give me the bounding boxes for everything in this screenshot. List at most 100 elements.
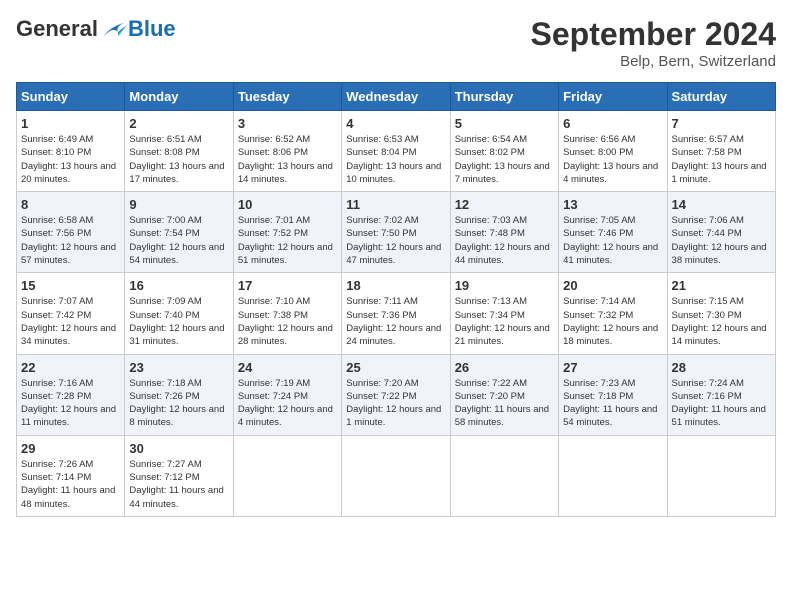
calendar-cell: 13 Sunrise: 7:05 AMSunset: 7:46 PMDayligh…: [559, 192, 667, 273]
weekday-header-wednesday: Wednesday: [342, 83, 450, 111]
weekday-header-tuesday: Tuesday: [233, 83, 341, 111]
day-info: Sunrise: 6:57 AMSunset: 7:58 PMDaylight:…: [672, 134, 767, 185]
calendar-cell: 17 Sunrise: 7:10 AMSunset: 7:38 PMDayligh…: [233, 273, 341, 354]
location-subtitle: Belp, Bern, Switzerland: [531, 53, 776, 70]
calendar-cell: 1Sunrise: 6:49 AMSunset: 8:10 PMDaylight…: [17, 111, 125, 192]
day-number: 17: [238, 278, 337, 293]
calendar-cell: 6 Sunrise: 6:56 AMSunset: 8:00 PMDaylight…: [559, 111, 667, 192]
calendar-cell: [342, 435, 450, 516]
calendar-week-row: 1Sunrise: 6:49 AMSunset: 8:10 PMDaylight…: [17, 111, 776, 192]
day-number: 8: [21, 197, 120, 212]
day-info: Sunrise: 7:15 AMSunset: 7:30 PMDaylight:…: [672, 296, 767, 347]
logo: General Blue: [16, 16, 176, 42]
day-info: Sunrise: 7:20 AMSunset: 7:22 PMDaylight:…: [346, 378, 441, 429]
day-number: 18: [346, 278, 445, 293]
day-info: Sunrise: 6:51 AMSunset: 8:08 PMDaylight:…: [129, 134, 224, 185]
calendar-cell: 20Sunrise: 7:14 AMSunset: 7:32 PMDayligh…: [559, 273, 667, 354]
day-number: 11: [346, 197, 445, 212]
weekday-header-friday: Friday: [559, 83, 667, 111]
weekday-header-sunday: Sunday: [17, 83, 125, 111]
day-number: 15: [21, 278, 120, 293]
calendar-cell: 9 Sunrise: 7:00 AMSunset: 7:54 PMDaylight…: [125, 192, 233, 273]
day-info: Sunrise: 7:23 AMSunset: 7:18 PMDaylight:…: [563, 378, 657, 429]
weekday-header-saturday: Saturday: [667, 83, 775, 111]
day-info: Sunrise: 7:13 AMSunset: 7:34 PMDaylight:…: [455, 296, 550, 347]
calendar-cell: 26Sunrise: 7:22 AMSunset: 7:20 PMDayligh…: [450, 354, 558, 435]
day-number: 22: [21, 360, 120, 375]
calendar-cell: 3Sunrise: 6:52 AMSunset: 8:06 PMDaylight…: [233, 111, 341, 192]
day-number: 7: [672, 116, 771, 131]
day-info: Sunrise: 7:07 AMSunset: 7:42 PMDaylight:…: [21, 296, 116, 347]
day-info: Sunrise: 6:58 AMSunset: 7:56 PMDaylight:…: [21, 215, 116, 266]
day-number: 5: [455, 116, 554, 131]
day-number: 24: [238, 360, 337, 375]
day-number: 25: [346, 360, 445, 375]
day-info: Sunrise: 7:11 AMSunset: 7:36 PMDaylight:…: [346, 296, 441, 347]
calendar-cell: 14 Sunrise: 7:06 AMSunset: 7:44 PMDayligh…: [667, 192, 775, 273]
day-info: Sunrise: 6:56 AMSunset: 8:00 PMDaylight:…: [563, 134, 658, 185]
calendar-cell: 23Sunrise: 7:18 AMSunset: 7:26 PMDayligh…: [125, 354, 233, 435]
day-info: Sunrise: 7:27 AMSunset: 7:12 PMDaylight:…: [129, 459, 223, 510]
day-info: Sunrise: 6:54 AMSunset: 8:02 PMDaylight:…: [455, 134, 550, 185]
day-info: Sunrise: 7:10 AMSunset: 7:38 PMDaylight:…: [238, 296, 333, 347]
day-info: Sunrise: 7:09 AMSunset: 7:40 PMDaylight:…: [129, 296, 224, 347]
calendar-cell: 28Sunrise: 7:24 AMSunset: 7:16 PMDayligh…: [667, 354, 775, 435]
day-info: Sunrise: 6:52 AMSunset: 8:06 PMDaylight:…: [238, 134, 333, 185]
calendar-week-row: 29Sunrise: 7:26 AMSunset: 7:14 PMDayligh…: [17, 435, 776, 516]
day-info: Sunrise: 7:16 AMSunset: 7:28 PMDaylight:…: [21, 378, 116, 429]
day-info: Sunrise: 7:05 AMSunset: 7:46 PMDaylight:…: [563, 215, 658, 266]
calendar-week-row: 22 Sunrise: 7:16 AMSunset: 7:28 PMDayligh…: [17, 354, 776, 435]
day-number: 19: [455, 278, 554, 293]
logo-general-text: General: [16, 16, 98, 42]
day-number: 12: [455, 197, 554, 212]
calendar-cell: [667, 435, 775, 516]
page-header: General Blue September 2024 Belp, Bern, …: [16, 16, 776, 70]
calendar-cell: 12 Sunrise: 7:03 AMSunset: 7:48 PMDayligh…: [450, 192, 558, 273]
month-title: September 2024: [531, 16, 776, 53]
day-number: 14: [672, 197, 771, 212]
calendar-cell: 4 Sunrise: 6:53 AMSunset: 8:04 PMDaylight…: [342, 111, 450, 192]
title-block: September 2024 Belp, Bern, Switzerland: [531, 16, 776, 70]
day-number: 28: [672, 360, 771, 375]
day-number: 10: [238, 197, 337, 212]
day-number: 16: [129, 278, 228, 293]
calendar-cell: 2 Sunrise: 6:51 AMSunset: 8:08 PMDaylight…: [125, 111, 233, 192]
calendar-cell: 24Sunrise: 7:19 AMSunset: 7:24 PMDayligh…: [233, 354, 341, 435]
weekday-header-thursday: Thursday: [450, 83, 558, 111]
day-number: 27: [563, 360, 662, 375]
calendar-cell: 16 Sunrise: 7:09 AMSunset: 7:40 PMDayligh…: [125, 273, 233, 354]
calendar-cell: 27 Sunrise: 7:23 AMSunset: 7:18 PMDayligh…: [559, 354, 667, 435]
day-number: 1: [21, 116, 120, 131]
calendar-cell: [233, 435, 341, 516]
day-info: Sunrise: 6:53 AMSunset: 8:04 PMDaylight:…: [346, 134, 441, 185]
day-info: Sunrise: 7:06 AMSunset: 7:44 PMDaylight:…: [672, 215, 767, 266]
calendar-cell: 18 Sunrise: 7:11 AMSunset: 7:36 PMDayligh…: [342, 273, 450, 354]
calendar-cell: 10Sunrise: 7:01 AMSunset: 7:52 PMDayligh…: [233, 192, 341, 273]
day-number: 9: [129, 197, 228, 212]
day-number: 30: [129, 441, 228, 456]
calendar-cell: 8 Sunrise: 6:58 AMSunset: 7:56 PMDaylight…: [17, 192, 125, 273]
calendar-cell: 29Sunrise: 7:26 AMSunset: 7:14 PMDayligh…: [17, 435, 125, 516]
calendar-cell: 7 Sunrise: 6:57 AMSunset: 7:58 PMDaylight…: [667, 111, 775, 192]
calendar-cell: 15 Sunrise: 7:07 AMSunset: 7:42 PMDayligh…: [17, 273, 125, 354]
weekday-header-row: SundayMondayTuesdayWednesdayThursdayFrid…: [17, 83, 776, 111]
day-number: 13: [563, 197, 662, 212]
calendar-cell: 22 Sunrise: 7:16 AMSunset: 7:28 PMDayligh…: [17, 354, 125, 435]
day-info: Sunrise: 7:00 AMSunset: 7:54 PMDaylight:…: [129, 215, 224, 266]
weekday-header-monday: Monday: [125, 83, 233, 111]
logo-bird-icon: [100, 18, 128, 40]
calendar-week-row: 15 Sunrise: 7:07 AMSunset: 7:42 PMDayligh…: [17, 273, 776, 354]
day-number: 2: [129, 116, 228, 131]
calendar-cell: 19 Sunrise: 7:13 AMSunset: 7:34 PMDayligh…: [450, 273, 558, 354]
calendar-cell: 21Sunrise: 7:15 AMSunset: 7:30 PMDayligh…: [667, 273, 775, 354]
day-number: 6: [563, 116, 662, 131]
day-info: Sunrise: 7:02 AMSunset: 7:50 PMDaylight:…: [346, 215, 441, 266]
calendar-cell: 25 Sunrise: 7:20 AMSunset: 7:22 PMDayligh…: [342, 354, 450, 435]
day-info: Sunrise: 7:03 AMSunset: 7:48 PMDaylight:…: [455, 215, 550, 266]
day-number: 26: [455, 360, 554, 375]
calendar-cell: 5 Sunrise: 6:54 AMSunset: 8:02 PMDaylight…: [450, 111, 558, 192]
day-number: 4: [346, 116, 445, 131]
day-number: 20: [563, 278, 662, 293]
day-info: Sunrise: 7:18 AMSunset: 7:26 PMDaylight:…: [129, 378, 224, 429]
calendar-week-row: 8 Sunrise: 6:58 AMSunset: 7:56 PMDaylight…: [17, 192, 776, 273]
